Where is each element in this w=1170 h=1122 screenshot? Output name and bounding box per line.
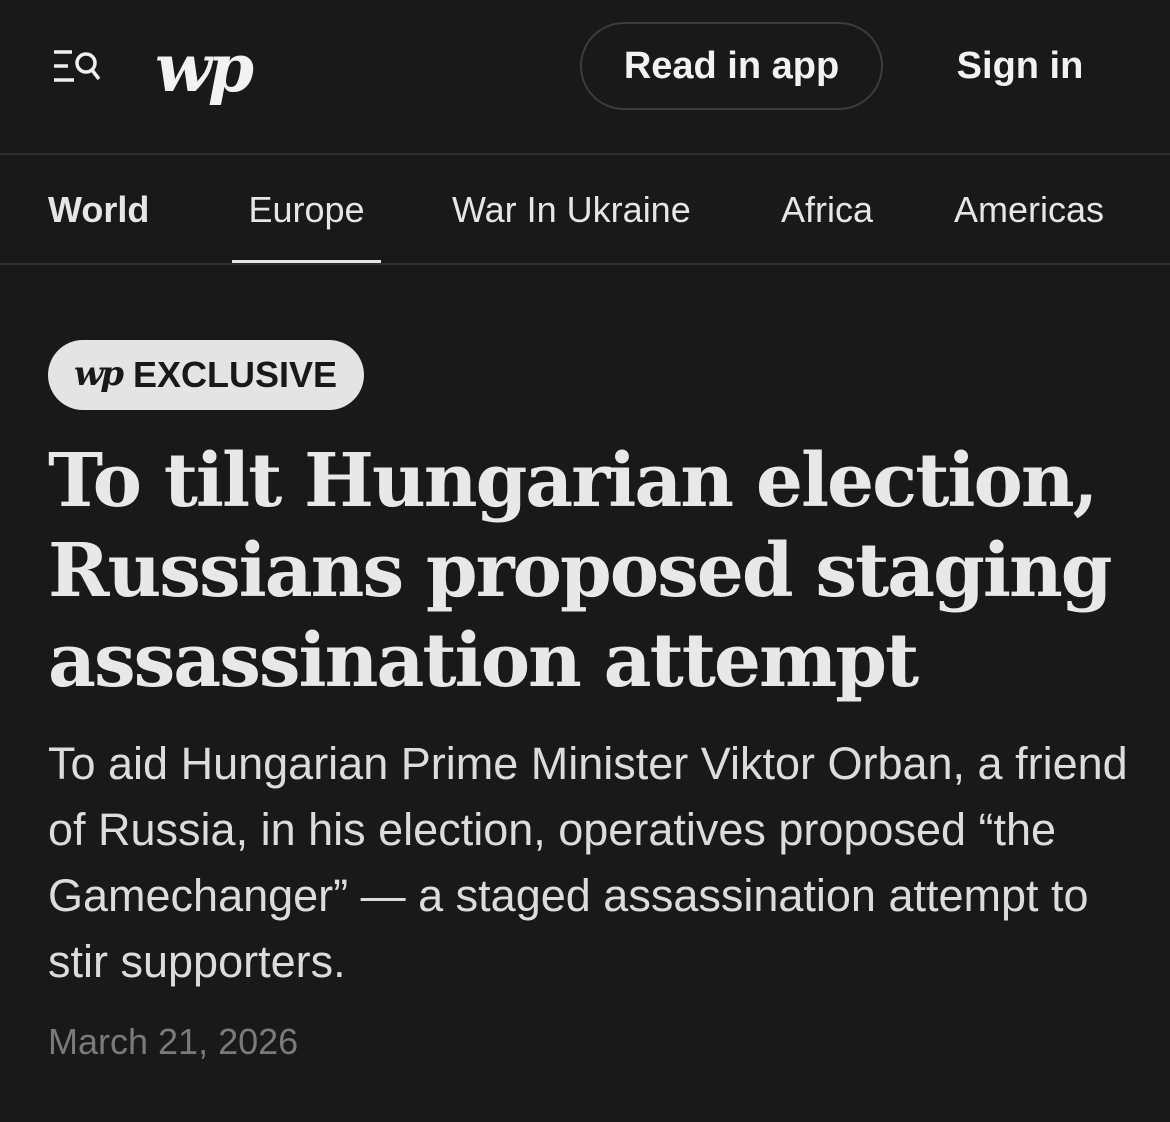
top-header: wp Read in app Sign in [0, 0, 1170, 155]
article-date: March 21, 2026 [48, 1021, 299, 1062]
badge-label: EXCLUSIVE [133, 354, 338, 395]
article-headline[interactable]: To tilt Hungarian election, Russians pro… [48, 436, 1138, 706]
wp-logo-small: wp [74, 354, 124, 394]
read-in-app-button[interactable]: Read in app [580, 22, 883, 110]
nav-item-africa[interactable]: Africa [781, 157, 873, 263]
nav-item-world[interactable]: World [48, 157, 149, 263]
nav-item-war-in-ukraine[interactable]: War In Ukraine [452, 157, 691, 263]
wp-logo[interactable]: wp [155, 28, 254, 108]
article-dek: To aid Hungarian Prime Minister Viktor O… [48, 738, 1128, 987]
menu-search-icon[interactable] [50, 44, 102, 88]
sign-in-link[interactable]: Sign in [930, 22, 1110, 110]
nav-item-europe[interactable]: Europe [232, 157, 381, 263]
exclusive-badge: wp EXCLUSIVE [48, 340, 364, 410]
nav-item-americas[interactable]: Americas [954, 157, 1104, 263]
section-nav: World Europe War In Ukraine Africa Ameri… [0, 157, 1170, 265]
